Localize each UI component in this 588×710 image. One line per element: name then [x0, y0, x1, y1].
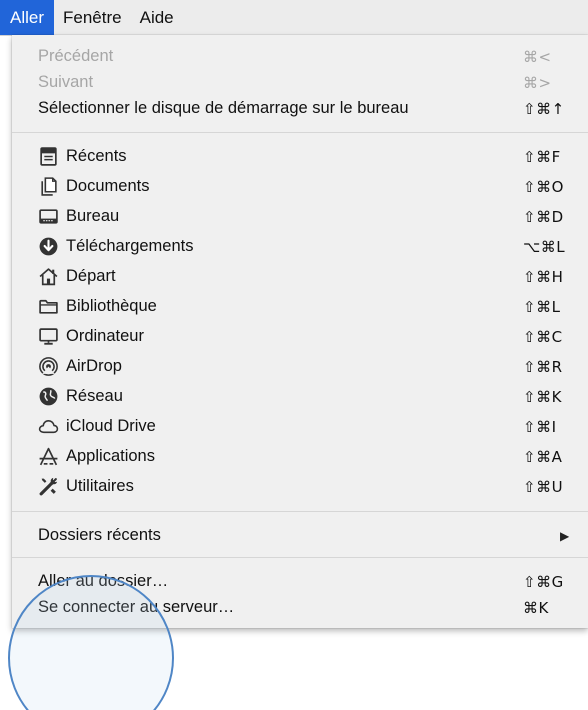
applications-icon	[39, 447, 58, 466]
menu-item-label: Applications	[66, 447, 155, 465]
menu-item-shortcut: ⇧⌘A	[523, 447, 563, 466]
menu-item-reseau[interactable]: Réseau ⇧⌘K	[12, 383, 588, 410]
utilities-tools-icon	[39, 477, 58, 496]
airdrop-icon	[39, 357, 58, 376]
menu-item-label: Récents	[66, 147, 127, 165]
menu-item-bureau[interactable]: Bureau ⇧⌘D	[12, 203, 588, 230]
menu-item-label: Bureau	[66, 207, 120, 225]
menu-separator	[12, 557, 588, 558]
menu-item-shortcut: ⇧⌘K	[523, 387, 562, 406]
menu-item-label: Bibliothèque	[66, 297, 157, 315]
menu-item-label: Ordinateur	[66, 327, 144, 345]
menu-item-shortcut: ⌘>	[523, 73, 552, 92]
computer-icon	[39, 328, 58, 345]
menu-item-documents[interactable]: Documents ⇧⌘O	[12, 173, 588, 200]
menu-bar: Aller Fenêtre Aide	[0, 0, 588, 36]
menu-item-shortcut: ⌘K	[523, 598, 549, 617]
menu-item-suivant: Suivant ⌘>	[12, 69, 588, 96]
menu-item-label: Téléchargements	[66, 237, 194, 255]
menu-fenetre[interactable]: Fenêtre	[54, 0, 131, 35]
menu-aide[interactable]: Aide	[131, 0, 183, 35]
desktop-icon	[39, 209, 58, 224]
downloads-icon	[39, 237, 58, 256]
menu-item-label: Réseau	[66, 387, 123, 405]
menu-item-applications[interactable]: Applications ⇧⌘A	[12, 443, 588, 470]
menu-separator	[12, 132, 588, 133]
menu-item-shortcut: ⇧⌘O	[523, 177, 564, 196]
menu-item-startup-disk[interactable]: Sélectionner le disque de démarrage sur …	[12, 95, 588, 122]
menu-item-shortcut: ⇧⌘↑	[523, 99, 565, 118]
menu-item-label: iCloud Drive	[66, 417, 156, 435]
menu-item-shortcut: ⇧⌘U	[523, 477, 564, 496]
network-globe-icon	[39, 387, 58, 406]
menu-item-label: AirDrop	[66, 357, 122, 375]
recents-icon	[40, 147, 57, 166]
menu-item-shortcut: ⇧⌘I	[523, 417, 557, 436]
menu-item-icloud-drive[interactable]: iCloud Drive ⇧⌘I	[12, 413, 588, 440]
menu-item-bibliotheque[interactable]: Bibliothèque ⇧⌘L	[12, 293, 588, 320]
menu-item-label: Départ	[66, 267, 116, 285]
menu-item-shortcut: ⇧⌘H	[523, 267, 564, 286]
menu-item-shortcut: ⇧⌘D	[523, 207, 564, 226]
menu-item-shortcut: ⇧⌘C	[523, 327, 563, 346]
documents-icon	[41, 177, 57, 196]
menu-item-precedent: Précédent ⌘<	[12, 43, 588, 70]
menu-item-label: Dossiers récents	[38, 526, 161, 544]
menu-item-utilitaires[interactable]: Utilitaires ⇧⌘U	[12, 473, 588, 500]
menu-item-shortcut: ⇧⌘L	[523, 297, 561, 316]
menu-item-depart[interactable]: Départ ⇧⌘H	[12, 263, 588, 290]
menu-item-airdrop[interactable]: AirDrop ⇧⌘R	[12, 353, 588, 380]
menu-item-shortcut: ⇧⌘F	[523, 147, 561, 166]
menu-item-dossiers-recents[interactable]: Dossiers récents ▶	[12, 522, 588, 549]
aller-dropdown-menu: Précédent ⌘< Suivant ⌘> Sélectionner le …	[12, 35, 588, 628]
menu-item-label: Documents	[66, 177, 150, 195]
menu-item-label: Sélectionner le disque de démarrage sur …	[38, 99, 409, 117]
menu-item-shortcut: ⇧⌘G	[523, 572, 564, 591]
menu-item-telechargements[interactable]: Téléchargements ⌥⌘L	[12, 233, 588, 260]
menu-item-label: Suivant	[38, 73, 94, 91]
menu-item-label: Précédent	[38, 47, 114, 65]
menu-item-shortcut: ⌘<	[523, 47, 552, 66]
library-folder-icon	[39, 299, 58, 314]
menu-item-recents[interactable]: Récents ⇧⌘F	[12, 143, 588, 170]
menu-aller[interactable]: Aller	[0, 0, 55, 35]
menu-item-ordinateur[interactable]: Ordinateur ⇧⌘C	[12, 323, 588, 350]
menu-item-shortcut: ⌥⌘L	[523, 237, 566, 256]
screen: Aller Fenêtre Aide Précédent ⌘< Suivant …	[0, 0, 588, 710]
icloud-icon	[38, 420, 59, 434]
submenu-arrow-icon: ▶	[560, 528, 570, 543]
menu-item-shortcut: ⇧⌘R	[523, 357, 563, 376]
menu-item-label: Utilitaires	[66, 477, 134, 495]
menu-separator	[12, 511, 588, 512]
home-icon	[39, 268, 58, 286]
